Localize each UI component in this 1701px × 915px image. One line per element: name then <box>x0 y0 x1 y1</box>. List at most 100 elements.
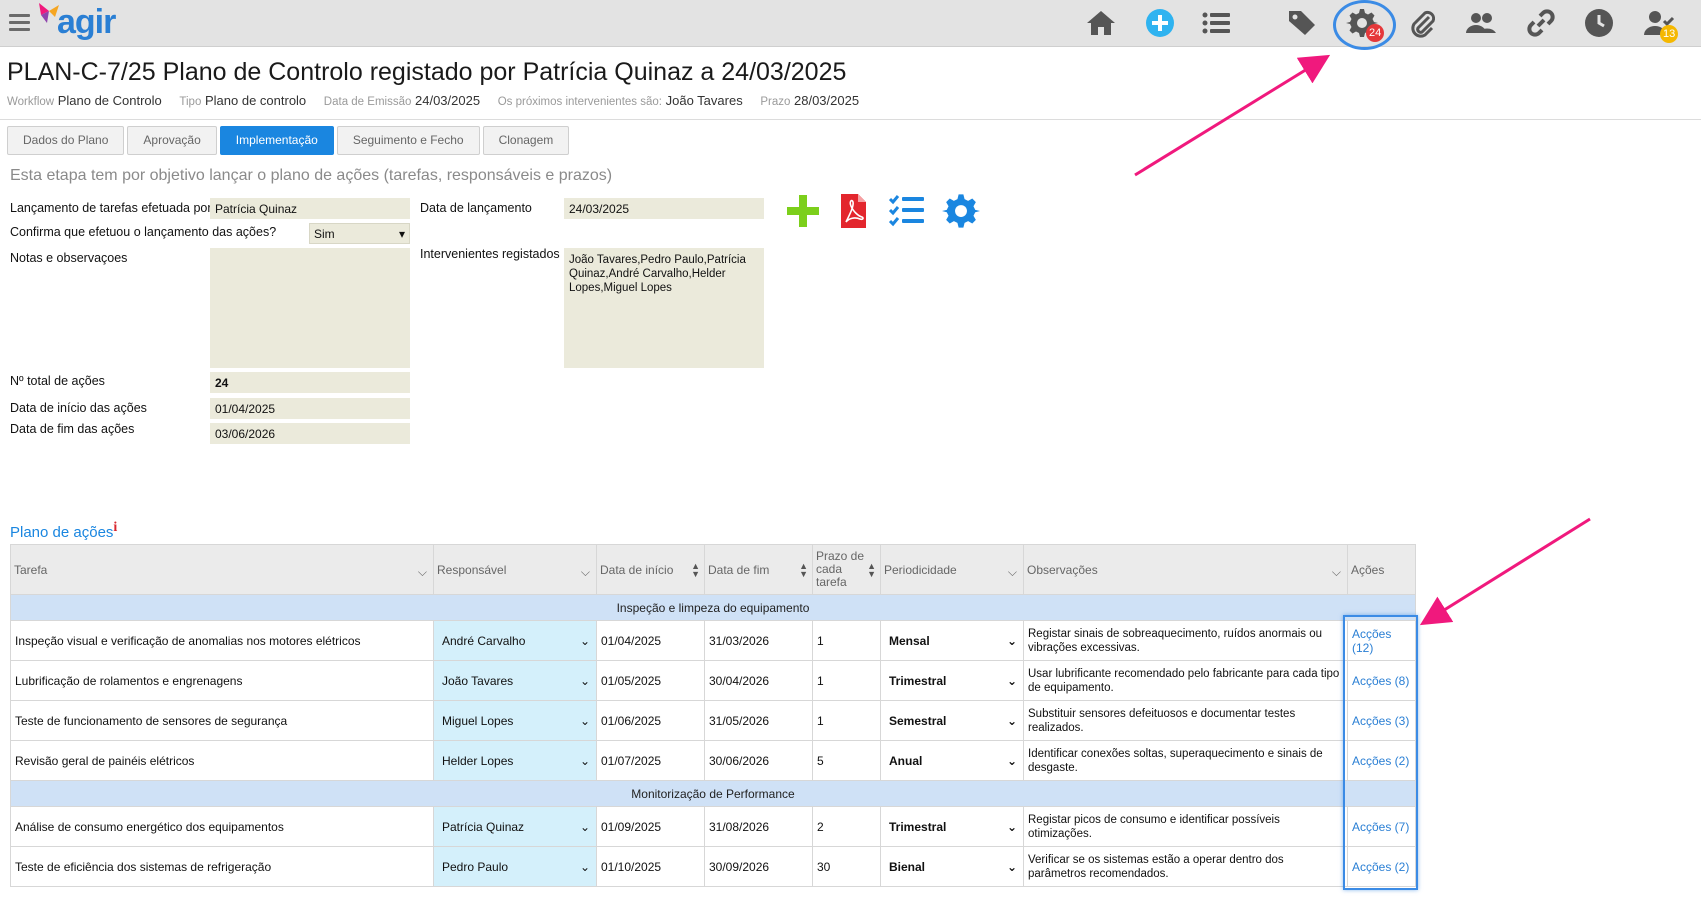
responsavel-value: Patrícia Quinaz <box>442 819 525 834</box>
periodicidade-select[interactable]: Trimestral ⌄ <box>880 660 1024 701</box>
user-check-icon[interactable]: 13 <box>1641 6 1679 43</box>
col-header-label: Responsável <box>437 562 507 577</box>
cell-fim: 31/08/2026 <box>704 806 813 847</box>
col-header-fim[interactable]: Data de fim ▲ ▼ <box>704 544 813 595</box>
settings-icon[interactable] <box>941 191 981 231</box>
meta-value: 24/03/2025 <box>415 93 481 108</box>
gear-highlight-circle <box>1333 0 1396 50</box>
sort-icon[interactable]: ▲ ▼ <box>867 561 876 578</box>
chevron-down-icon[interactable]: ⌵ <box>418 565 427 580</box>
cell-tarefa: Análise de consumo energético dos equipa… <box>10 806 434 847</box>
page-title: PLAN-C-7/25 Plano de Controlo registado … <box>7 58 847 86</box>
col-header-responsavel[interactable]: Responsável ⌵ <box>433 544 597 595</box>
responsavel-value: João Tavares <box>442 673 514 688</box>
tab-seguimento-e-fecho[interactable]: Seguimento e Fecho <box>336 126 480 155</box>
lancamento-field[interactable]: Patrícia Quinaz <box>210 198 410 219</box>
periodicidade-select[interactable]: Anual ⌄ <box>880 740 1024 781</box>
tab-dados-do-plano[interactable]: Dados do Plano <box>7 126 125 155</box>
acoes-column-highlight <box>1343 615 1418 890</box>
responsavel-value: André Carvalho <box>442 633 526 648</box>
data-lancamento-field[interactable]: 24/03/2025 <box>564 198 764 219</box>
col-header-tarefa[interactable]: Tarefa ⌵ <box>10 544 434 595</box>
checklist-icon[interactable] <box>887 191 927 231</box>
arrow-to-gear <box>1134 54 1331 177</box>
chevron-down-icon: ▾ <box>398 226 405 241</box>
chevron-down-icon: ⌄ <box>579 753 590 768</box>
responsavel-select[interactable]: Patrícia Quinaz ⌄ <box>433 806 597 847</box>
stage-description: Esta etapa tem por objetivo lançar o pla… <box>10 167 613 184</box>
cell-fim: 30/04/2026 <box>704 660 813 701</box>
hamburger-menu-icon[interactable] <box>9 14 30 32</box>
responsavel-select[interactable]: Pedro Paulo ⌄ <box>433 846 597 887</box>
chevron-down-icon[interactable]: ⌵ <box>581 565 590 580</box>
col-header-label: Data de início <box>600 562 674 577</box>
chevron-down-icon: ⌄ <box>579 633 590 648</box>
meta-value: Plano de controlo <box>204 93 307 108</box>
paperclip-icon[interactable] <box>1405 6 1441 40</box>
total-acoes-field: 24 <box>210 372 410 393</box>
sort-icon[interactable]: ▲ ▼ <box>799 561 808 578</box>
meta-value: 28/03/2025 <box>794 93 860 108</box>
info-icon[interactable]: i <box>113 520 117 535</box>
chevron-down-icon: ⌄ <box>1006 713 1017 728</box>
inicio-acoes-field[interactable]: 01/04/2025 <box>210 398 410 419</box>
responsavel-select[interactable]: Helder Lopes ⌄ <box>433 740 597 781</box>
responsavel-select[interactable]: Miguel Lopes ⌄ <box>433 700 597 741</box>
add-circle-icon[interactable] <box>1142 6 1178 40</box>
tab-implementacao[interactable]: Implementação <box>219 126 334 155</box>
cell-observacoes: Registar sinais de sobreaquecimento, ruí… <box>1023 620 1348 661</box>
meta-value: João Tavares <box>665 93 743 108</box>
meta-key: Data de Emissão <box>323 96 412 108</box>
notas-textarea[interactable] <box>210 248 410 368</box>
table-header-row: Tarefa ⌵ Responsável ⌵ Data de início ▲ ▼ Da… <box>10 544 1416 595</box>
periodicidade-select[interactable]: Trimestral ⌄ <box>880 806 1024 847</box>
cell-prazo: 30 <box>812 846 881 887</box>
periodicidade-select[interactable]: Mensal ⌄ <box>880 620 1024 661</box>
list-icon[interactable] <box>1198 6 1234 40</box>
cell-inicio: 01/09/2025 <box>596 806 705 847</box>
table-row: Inspeção visual e verificação de anomali… <box>10 620 1416 661</box>
home-icon[interactable] <box>1083 6 1119 40</box>
pdf-icon[interactable] <box>833 191 873 231</box>
col-header-periodicidade[interactable]: Periodicidade ⌵ <box>880 544 1024 595</box>
meta-key: Tipo <box>179 96 202 108</box>
chevron-down-icon[interactable]: ⌵ <box>1332 565 1341 580</box>
sort-icon[interactable]: ▲ ▼ <box>691 561 700 578</box>
col-header-prazo[interactable]: Prazo de cada tarefa ▲ ▼ <box>812 544 881 595</box>
group-label: Monitorização de Performance <box>10 780 1416 807</box>
col-header-inicio[interactable]: Data de início ▲ ▼ <box>596 544 705 595</box>
col-header-observacoes[interactable]: Observações ⌵ <box>1023 544 1348 595</box>
fim-acoes-field[interactable]: 03/06/2026 <box>210 423 410 444</box>
intervenientes-label: Intervenientes registados <box>420 247 560 261</box>
cell-inicio: 01/05/2025 <box>596 660 705 701</box>
periodicidade-select[interactable]: Bienal ⌄ <box>880 846 1024 887</box>
periodicidade-value: Bienal <box>889 859 926 874</box>
cell-observacoes: Verificar se os sistemas estão a operar … <box>1023 846 1348 887</box>
agir-logo[interactable]: agir <box>37 1 121 45</box>
chevron-down-icon: ⌄ <box>579 673 590 688</box>
responsavel-select[interactable]: João Tavares ⌄ <box>433 660 597 701</box>
confirma-select[interactable]: Sim ▾ <box>309 223 410 244</box>
cell-observacoes: Identificar conexões soltas, superaqueci… <box>1023 740 1348 781</box>
tag-icon[interactable] <box>1284 6 1320 40</box>
chevron-down-icon: ⌄ <box>1006 819 1017 834</box>
col-header-acoes: Ações <box>1347 544 1416 595</box>
tab-clonagem[interactable]: Clonagem <box>482 126 570 155</box>
cell-prazo: 1 <box>812 700 881 741</box>
add-icon[interactable] <box>783 191 823 231</box>
intervenientes-field: João Tavares,Pedro Paulo,Patrícia Quinaz… <box>564 248 764 368</box>
meta-key: Workflow <box>7 96 55 108</box>
cell-fim: 30/06/2026 <box>704 740 813 781</box>
actions-table: Tarefa ⌵ Responsável ⌵ Data de início ▲ ▼ Da… <box>10 544 1416 887</box>
clock-icon[interactable] <box>1581 6 1617 40</box>
chevron-down-icon: ⌄ <box>1006 673 1017 688</box>
users-icon[interactable] <box>1463 6 1499 40</box>
periodicidade-select[interactable]: Semestral ⌄ <box>880 700 1024 741</box>
tab-aprovacao[interactable]: Aprovação <box>127 126 217 155</box>
chevron-down-icon[interactable]: ⌵ <box>1008 565 1017 580</box>
meta-key: Os próximos intervenientes são: <box>497 96 662 108</box>
responsavel-select[interactable]: André Carvalho ⌄ <box>433 620 597 661</box>
chevron-down-icon: ⌄ <box>579 859 590 874</box>
meta-value: Plano de Controlo <box>57 93 162 108</box>
link-icon[interactable] <box>1523 6 1559 40</box>
